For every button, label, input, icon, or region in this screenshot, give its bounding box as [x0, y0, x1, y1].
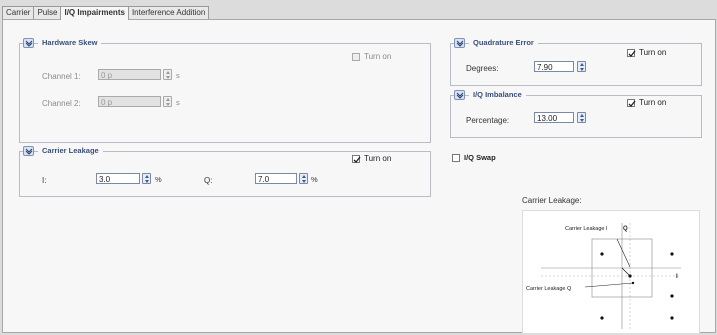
tab-interference-addition[interactable]: Interference Addition	[127, 6, 210, 19]
hardware-skew-collapse-button[interactable]	[23, 38, 34, 48]
hardware-skew-turn-on-label: Turn on	[364, 52, 392, 61]
leakage-i-unit: %	[155, 175, 162, 184]
channel1-unit: s	[176, 71, 180, 80]
quadrature-error-turn-on-label: Turn on	[639, 48, 667, 57]
quadrature-error-title: Quadrature Error	[469, 38, 538, 47]
iq-constellation-diagram: Carrier Leakage I Q Carrier Leakage Q I	[526, 223, 681, 329]
degrees-input[interactable]: 7.90	[534, 61, 574, 72]
spinner-arrows-icon	[580, 114, 584, 122]
leakage-i-input[interactable]: 3.0	[96, 173, 140, 184]
percentage-spinner[interactable]	[577, 112, 586, 123]
degrees-label: Degrees:	[466, 64, 499, 73]
carrier-leakage-title: Carrier Leakage	[38, 146, 103, 155]
spinner-arrows-icon	[580, 63, 584, 71]
spinner-arrows-icon	[166, 98, 170, 106]
channel2-unit: s	[176, 98, 180, 107]
quadrature-error-turn-on-checkbox[interactable]	[627, 49, 636, 57]
quadrature-error-collapse-button[interactable]	[454, 38, 465, 48]
carrier-leakage-turn-on-checkbox[interactable]	[352, 155, 361, 163]
channel2-spinner[interactable]	[163, 96, 172, 107]
diagram-label-leakage-q: Carrier Leakage Q	[526, 286, 572, 292]
tab-carrier[interactable]: Carrier	[2, 6, 35, 19]
chevron-down-icon	[456, 40, 464, 47]
hardware-skew-title: Hardware Skew	[38, 38, 102, 47]
chevron-down-icon	[25, 148, 33, 155]
checkmark-icon	[628, 50, 636, 57]
carrier-leakage-collapse-button[interactable]	[23, 146, 34, 156]
leakage-q-label: Q:	[204, 176, 213, 185]
percentage-input[interactable]: 13.00	[534, 112, 574, 123]
diagram-label-leakage-i: Carrier Leakage I	[565, 226, 608, 232]
iq-swap-checkbox[interactable]	[452, 154, 460, 162]
leakage-q-spinner[interactable]	[299, 173, 308, 184]
hardware-skew-turn-on-checkbox[interactable]	[352, 53, 360, 61]
percentage-label: Percentage:	[466, 116, 510, 125]
tab-iq-impairments[interactable]: I/Q Impairments	[60, 6, 129, 20]
checkmark-icon	[353, 156, 361, 163]
carrier-leakage-turn-on-label: Turn on	[364, 154, 392, 163]
channel1-spinner[interactable]	[163, 69, 172, 80]
degrees-spinner[interactable]	[577, 61, 586, 72]
spinner-arrows-icon	[302, 175, 306, 183]
channel2-input[interactable]: 0 p	[98, 96, 161, 107]
diagram-title: Carrier Leakage:	[522, 196, 582, 205]
spinner-arrows-icon	[166, 71, 170, 79]
diagram-q-axis-label: Q	[623, 226, 628, 232]
leakage-q-unit: %	[311, 175, 318, 184]
iq-imbalance-turn-on-label: Turn on	[639, 98, 667, 107]
constellation-points	[600, 252, 674, 320]
tab-bar: Carrier Pulse I/Q Impairments Interferen…	[2, 6, 210, 20]
leakage-vector	[621, 267, 631, 277]
channel1-label: Channel 1:	[42, 72, 81, 81]
carrier-leakage-diagram: Carrier Leakage I Q Carrier Leakage Q I	[522, 210, 700, 334]
channel1-input[interactable]: 0 p	[98, 69, 161, 80]
leakage-i-pointer	[616, 238, 631, 268]
iq-imbalance-collapse-button[interactable]	[454, 90, 465, 100]
diagram-i-axis-label: I	[676, 274, 678, 280]
iq-imbalance-title: I/Q Imbalance	[469, 90, 526, 99]
channel2-label: Channel 2:	[42, 99, 81, 108]
iq-swap-label: I/Q Swap	[464, 153, 496, 162]
leakage-i-spinner[interactable]	[142, 173, 151, 184]
leakage-q-input[interactable]: 7.0	[255, 173, 297, 184]
tab-pulse[interactable]: Pulse	[33, 6, 62, 19]
checkmark-icon	[628, 100, 636, 107]
spinner-arrows-icon	[145, 175, 149, 183]
iq-imbalance-turn-on-checkbox[interactable]	[627, 99, 636, 107]
chevron-down-icon	[25, 40, 33, 47]
chevron-down-icon	[456, 92, 464, 99]
leakage-i-label: I:	[42, 176, 47, 185]
